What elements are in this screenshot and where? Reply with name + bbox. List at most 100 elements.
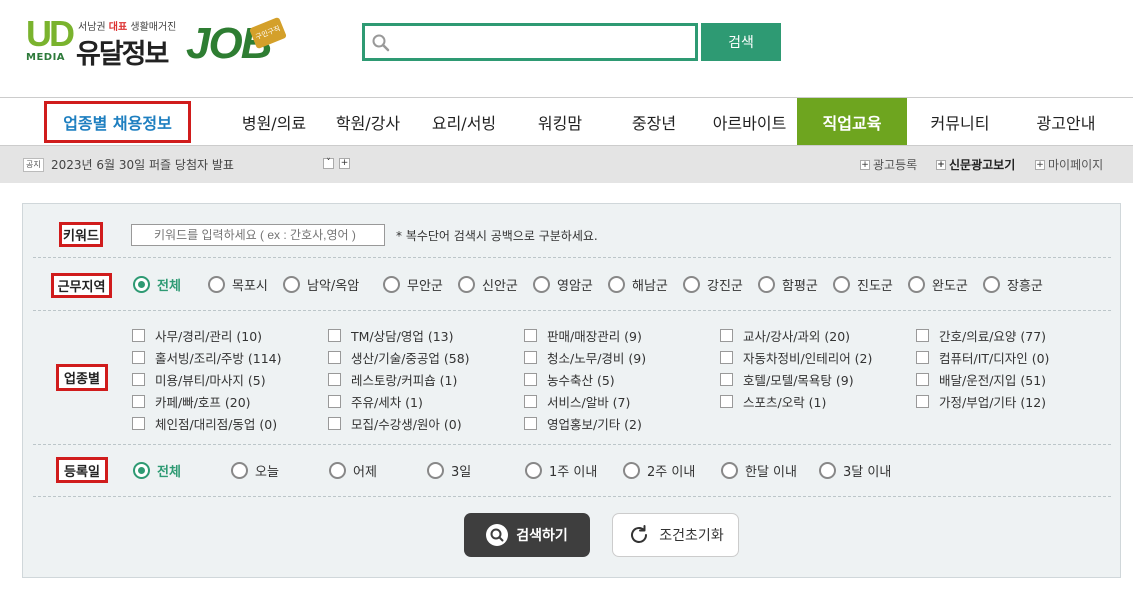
region-option-label: 영암군 (557, 279, 593, 294)
industry-checkbox[interactable]: 판매/매장관리 (9) (524, 326, 642, 345)
date-option[interactable]: 1주 이내 (525, 461, 597, 480)
checkbox-icon (132, 417, 145, 430)
site-logo[interactable]: UD MEDIA 서남권 대표 생활매거진 유달정보 JOB 구인구직 (26, 13, 296, 70)
industry-checkbox[interactable]: 배달/운전/지입 (51) (916, 370, 1046, 389)
chevron-down-icon[interactable]: ˅ (323, 158, 334, 169)
checkbox-icon (916, 351, 929, 364)
industry-checkbox[interactable]: 체인점/대리점/동업 (0) (132, 414, 277, 433)
search-button[interactable]: 검색 (701, 23, 781, 61)
industry-checkbox[interactable]: 가정/부업/기타 (12) (916, 392, 1046, 411)
region-option-label: 강진군 (707, 279, 743, 294)
logo-ud: UD (26, 13, 75, 54)
nav-item-parttime[interactable]: 아르바이트 (702, 98, 797, 145)
region-option[interactable]: 강진군 (683, 275, 743, 294)
date-option[interactable]: 어제 (329, 461, 377, 480)
date-option[interactable]: 한달 이내 (721, 461, 797, 480)
industry-checkbox[interactable]: 생산/기술/중공업 (58) (328, 348, 470, 367)
nav-item-academy[interactable]: 학원/강사 (324, 98, 412, 145)
plus-icon[interactable]: + (339, 158, 350, 169)
industry-checkbox[interactable]: 카페/빠/호프 (20) (132, 392, 251, 411)
industry-checkbox[interactable]: 스포츠/오락 (1) (720, 392, 826, 411)
industry-checkbox[interactable]: TM/상담/영업 (13) (328, 326, 453, 345)
radio-icon (623, 462, 640, 479)
industry-checkbox[interactable]: 모집/수강생/원아 (0) (328, 414, 462, 433)
radio-icon (458, 276, 475, 293)
industry-checkbox-label: 농수축산 (5) (547, 373, 615, 388)
radio-icon (758, 276, 775, 293)
industry-checkbox-label: 서비스/알바 (7) (547, 395, 631, 410)
divider (33, 310, 1111, 311)
region-option[interactable]: 무안군 (383, 275, 443, 294)
link-ad-register[interactable]: + 광고등록 (860, 156, 917, 173)
date-option-label: 전체 (157, 465, 181, 480)
notice-text[interactable]: 2023년 6월 30일 퍼즐 당첨자 발표 (51, 156, 234, 173)
industry-checkbox-label: 스포츠/오락 (1) (743, 395, 827, 410)
radio-icon (833, 276, 850, 293)
nav-item-cooking[interactable]: 요리/서빙 (420, 98, 508, 145)
link-newspaper-ads[interactable]: + 신문광고보기 (936, 156, 1015, 173)
industry-checkbox[interactable]: 컴퓨터/IT/디자인 (0) (916, 348, 1049, 367)
industry-checkbox[interactable]: 자동차정비/인테리어 (2) (720, 348, 872, 367)
industry-checkbox-label: 홀서빙/조리/주방 (114) (155, 351, 282, 366)
plus-icon: + (1035, 159, 1045, 170)
radio-icon (329, 462, 346, 479)
nav-item-working-mom[interactable]: 워킹맘 (516, 98, 604, 145)
date-option[interactable]: 오늘 (231, 461, 279, 480)
region-option[interactable]: 함평군 (758, 275, 818, 294)
nav-item-ad-info[interactable]: 광고안내 (1022, 98, 1110, 145)
radio-icon (683, 276, 700, 293)
reset-button[interactable]: 조건초기화 (612, 513, 739, 557)
region-option[interactable]: 목포시 (208, 275, 268, 294)
industry-checkbox[interactable]: 농수축산 (5) (524, 370, 615, 389)
search-submit-button[interactable]: 검색하기 (464, 513, 590, 557)
date-option-label: 2주 이내 (647, 465, 696, 480)
nav-item-industry-jobs[interactable]: 업종별 채용정보 (44, 101, 191, 143)
region-option[interactable]: 신안군 (458, 275, 518, 294)
industry-checkbox-label: 체인점/대리점/동업 (0) (155, 417, 278, 432)
region-option-label: 목포시 (232, 279, 268, 294)
date-option[interactable]: 전체 (133, 461, 181, 480)
region-option[interactable]: 진도군 (833, 275, 893, 294)
industry-checkbox[interactable]: 미용/뷰티/마사지 (5) (132, 370, 266, 389)
industry-checkbox[interactable]: 교사/강사/과외 (20) (720, 326, 850, 345)
checkbox-icon (720, 329, 733, 342)
checkbox-icon (524, 417, 537, 430)
date-option-label: 3달 이내 (843, 465, 892, 480)
nav-item-community[interactable]: 커뮤니티 (914, 98, 1006, 145)
industry-checkbox[interactable]: 홀서빙/조리/주방 (114) (132, 348, 282, 367)
industry-checkbox[interactable]: 청소/노무/경비 (9) (524, 348, 646, 367)
industry-checkbox[interactable]: 영업홍보/기타 (2) (524, 414, 642, 433)
plus-icon: + (860, 159, 870, 170)
divider (33, 444, 1111, 445)
industry-checkbox[interactable]: 간호/의료/요양 (77) (916, 326, 1046, 345)
radio-icon (427, 462, 444, 479)
industry-checkbox[interactable]: 호텔/모텔/목욕탕 (9) (720, 370, 854, 389)
region-option[interactable]: 완도군 (908, 275, 968, 294)
industry-checkbox[interactable]: 서비스/알바 (7) (524, 392, 630, 411)
main-nav: 업종별 채용정보 병원/의료 학원/강사 요리/서빙 워킹맘 중장년 아르바이트… (0, 97, 1133, 146)
checkbox-icon (720, 395, 733, 408)
header: UD MEDIA 서남권 대표 생활매거진 유달정보 JOB 구인구직 검색 (0, 0, 1133, 97)
region-option[interactable]: 전체 (133, 275, 181, 294)
search-input[interactable] (395, 30, 691, 54)
date-option[interactable]: 2주 이내 (623, 461, 695, 480)
region-option[interactable]: 영암군 (533, 275, 593, 294)
link-mypage[interactable]: + 마이페이지 (1035, 156, 1103, 173)
region-option[interactable]: 장흥군 (983, 275, 1043, 294)
nav-item-hospital[interactable]: 병원/의료 (230, 98, 318, 145)
industry-checkbox[interactable]: 사무/경리/관리 (10) (132, 326, 262, 345)
date-option[interactable]: 3일 (427, 461, 471, 480)
date-option[interactable]: 3달 이내 (819, 461, 891, 480)
industry-checkbox[interactable]: 주유/세차 (1) (328, 392, 423, 411)
industry-checkbox[interactable]: 레스토랑/커피숍 (1) (328, 370, 457, 389)
nav-item-middle-aged[interactable]: 중장년 (612, 98, 696, 145)
region-option[interactable]: 남악/옥암 (283, 275, 359, 294)
industry-checkbox-label: 모집/수강생/원아 (0) (351, 417, 462, 432)
keyword-input[interactable] (131, 224, 385, 246)
industry-checkbox-label: 간호/의료/요양 (77) (939, 329, 1047, 344)
radio-icon (208, 276, 225, 293)
region-option[interactable]: 해남군 (608, 275, 668, 294)
industry-checkbox-label: 청소/노무/경비 (9) (547, 351, 647, 366)
industry-checkbox-label: 카페/빠/호프 (20) (155, 395, 251, 410)
nav-item-job-training[interactable]: 직업교육 (797, 98, 907, 145)
